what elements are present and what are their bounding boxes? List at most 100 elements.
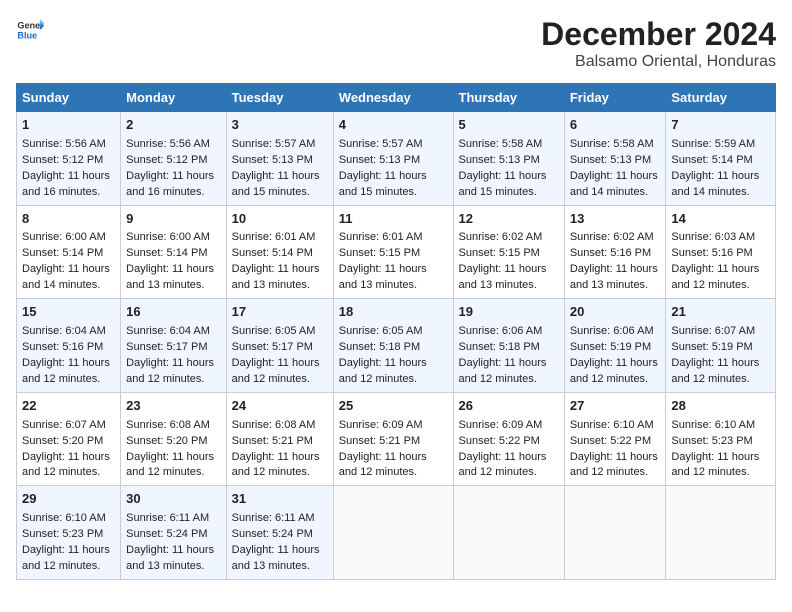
sunset-label: Sunset: 5:16 PM — [671, 247, 752, 259]
calendar-subtitle: Balsamo Oriental, Honduras — [541, 53, 776, 71]
day-number: 12 — [459, 210, 559, 229]
sunrise-label: Sunrise: 6:02 AM — [459, 231, 543, 243]
sunset-label: Sunset: 5:21 PM — [339, 435, 420, 447]
calendar-cell: 24 Sunrise: 6:08 AM Sunset: 5:21 PM Dayl… — [226, 392, 333, 486]
calendar-cell: 9 Sunrise: 6:00 AM Sunset: 5:14 PM Dayli… — [121, 205, 226, 299]
calendar-cell: 3 Sunrise: 5:57 AM Sunset: 5:13 PM Dayli… — [226, 112, 333, 206]
sunset-label: Sunset: 5:13 PM — [459, 154, 540, 166]
day-number: 31 — [232, 490, 328, 509]
daylight-label: Daylight: 11 hours and 15 minutes. — [459, 170, 547, 198]
sunset-label: Sunset: 5:18 PM — [339, 341, 420, 353]
daylight-label: Daylight: 11 hours and 12 minutes. — [459, 357, 547, 385]
daylight-label: Daylight: 11 hours and 15 minutes. — [339, 170, 427, 198]
calendar-cell: 1 Sunrise: 5:56 AM Sunset: 5:12 PM Dayli… — [17, 112, 121, 206]
calendar-cell: 15 Sunrise: 6:04 AM Sunset: 5:16 PM Dayl… — [17, 299, 121, 393]
col-monday: Monday — [121, 84, 226, 112]
sunrise-label: Sunrise: 6:10 AM — [22, 512, 106, 524]
sunset-label: Sunset: 5:15 PM — [459, 247, 540, 259]
day-number: 8 — [22, 210, 115, 229]
daylight-label: Daylight: 11 hours and 16 minutes. — [126, 170, 214, 198]
sunset-label: Sunset: 5:17 PM — [232, 341, 313, 353]
daylight-label: Daylight: 11 hours and 12 minutes. — [459, 451, 547, 479]
sunrise-label: Sunrise: 5:57 AM — [232, 138, 316, 150]
sunset-label: Sunset: 5:23 PM — [671, 435, 752, 447]
daylight-label: Daylight: 11 hours and 12 minutes. — [126, 451, 214, 479]
sunset-label: Sunset: 5:12 PM — [22, 154, 103, 166]
calendar-cell: 31 Sunrise: 6:11 AM Sunset: 5:24 PM Dayl… — [226, 486, 333, 580]
daylight-label: Daylight: 11 hours and 12 minutes. — [671, 263, 759, 291]
day-number: 2 — [126, 116, 220, 135]
sunrise-label: Sunrise: 6:00 AM — [22, 231, 106, 243]
sunrise-label: Sunrise: 5:57 AM — [339, 138, 423, 150]
calendar-cell: 19 Sunrise: 6:06 AM Sunset: 5:18 PM Dayl… — [453, 299, 564, 393]
calendar-week-row: 22 Sunrise: 6:07 AM Sunset: 5:20 PM Dayl… — [17, 392, 776, 486]
calendar-cell: 5 Sunrise: 5:58 AM Sunset: 5:13 PM Dayli… — [453, 112, 564, 206]
logo-icon: General Blue — [16, 16, 44, 44]
daylight-label: Daylight: 11 hours and 12 minutes. — [671, 451, 759, 479]
daylight-label: Daylight: 11 hours and 13 minutes. — [459, 263, 547, 291]
sunset-label: Sunset: 5:18 PM — [459, 341, 540, 353]
calendar-week-row: 1 Sunrise: 5:56 AM Sunset: 5:12 PM Dayli… — [17, 112, 776, 206]
day-number: 13 — [570, 210, 661, 229]
daylight-label: Daylight: 11 hours and 12 minutes. — [339, 451, 427, 479]
header: General Blue December 2024 Balsamo Orien… — [16, 16, 776, 71]
sunrise-label: Sunrise: 6:05 AM — [232, 325, 316, 337]
calendar-cell: 4 Sunrise: 5:57 AM Sunset: 5:13 PM Dayli… — [333, 112, 453, 206]
sunrise-label: Sunrise: 6:07 AM — [671, 325, 755, 337]
sunrise-label: Sunrise: 6:05 AM — [339, 325, 423, 337]
daylight-label: Daylight: 11 hours and 14 minutes. — [570, 170, 658, 198]
sunrise-label: Sunrise: 5:58 AM — [459, 138, 543, 150]
day-number: 7 — [671, 116, 770, 135]
calendar-body: 1 Sunrise: 5:56 AM Sunset: 5:12 PM Dayli… — [17, 112, 776, 580]
sunrise-label: Sunrise: 6:04 AM — [126, 325, 210, 337]
calendar-cell: 28 Sunrise: 6:10 AM Sunset: 5:23 PM Dayl… — [666, 392, 776, 486]
calendar-cell: 30 Sunrise: 6:11 AM Sunset: 5:24 PM Dayl… — [121, 486, 226, 580]
day-number: 20 — [570, 303, 661, 322]
sunset-label: Sunset: 5:14 PM — [671, 154, 752, 166]
calendar-cell: 25 Sunrise: 6:09 AM Sunset: 5:21 PM Dayl… — [333, 392, 453, 486]
calendar-cell: 21 Sunrise: 6:07 AM Sunset: 5:19 PM Dayl… — [666, 299, 776, 393]
calendar-table: Sunday Monday Tuesday Wednesday Thursday… — [16, 83, 776, 580]
calendar-cell: 8 Sunrise: 6:00 AM Sunset: 5:14 PM Dayli… — [17, 205, 121, 299]
calendar-cell: 6 Sunrise: 5:58 AM Sunset: 5:13 PM Dayli… — [564, 112, 666, 206]
daylight-label: Daylight: 11 hours and 13 minutes. — [570, 263, 658, 291]
daylight-label: Daylight: 11 hours and 12 minutes. — [126, 357, 214, 385]
sunset-label: Sunset: 5:24 PM — [232, 528, 313, 540]
sunset-label: Sunset: 5:22 PM — [459, 435, 540, 447]
sunset-label: Sunset: 5:23 PM — [22, 528, 103, 540]
calendar-cell — [666, 486, 776, 580]
col-tuesday: Tuesday — [226, 84, 333, 112]
day-number: 9 — [126, 210, 220, 229]
calendar-cell: 7 Sunrise: 5:59 AM Sunset: 5:14 PM Dayli… — [666, 112, 776, 206]
daylight-label: Daylight: 11 hours and 12 minutes. — [671, 357, 759, 385]
sunrise-label: Sunrise: 6:06 AM — [459, 325, 543, 337]
day-number: 10 — [232, 210, 328, 229]
calendar-cell — [453, 486, 564, 580]
calendar-cell: 14 Sunrise: 6:03 AM Sunset: 5:16 PM Dayl… — [666, 205, 776, 299]
sunset-label: Sunset: 5:14 PM — [232, 247, 313, 259]
sunset-label: Sunset: 5:20 PM — [22, 435, 103, 447]
sunset-label: Sunset: 5:15 PM — [339, 247, 420, 259]
sunrise-label: Sunrise: 6:06 AM — [570, 325, 654, 337]
day-number: 11 — [339, 210, 448, 229]
daylight-label: Daylight: 11 hours and 15 minutes. — [232, 170, 320, 198]
title-area: December 2024 Balsamo Oriental, Honduras — [541, 16, 776, 71]
sunrise-label: Sunrise: 6:09 AM — [459, 419, 543, 431]
sunrise-label: Sunrise: 6:00 AM — [126, 231, 210, 243]
sunset-label: Sunset: 5:16 PM — [570, 247, 651, 259]
col-thursday: Thursday — [453, 84, 564, 112]
day-number: 28 — [671, 397, 770, 416]
day-number: 19 — [459, 303, 559, 322]
day-number: 27 — [570, 397, 661, 416]
sunset-label: Sunset: 5:12 PM — [126, 154, 207, 166]
col-wednesday: Wednesday — [333, 84, 453, 112]
day-number: 17 — [232, 303, 328, 322]
sunrise-label: Sunrise: 6:04 AM — [22, 325, 106, 337]
svg-text:Blue: Blue — [17, 30, 37, 40]
calendar-cell: 27 Sunrise: 6:10 AM Sunset: 5:22 PM Dayl… — [564, 392, 666, 486]
sunset-label: Sunset: 5:19 PM — [671, 341, 752, 353]
sunset-label: Sunset: 5:13 PM — [232, 154, 313, 166]
calendar-cell: 29 Sunrise: 6:10 AM Sunset: 5:23 PM Dayl… — [17, 486, 121, 580]
day-number: 23 — [126, 397, 220, 416]
daylight-label: Daylight: 11 hours and 12 minutes. — [570, 451, 658, 479]
